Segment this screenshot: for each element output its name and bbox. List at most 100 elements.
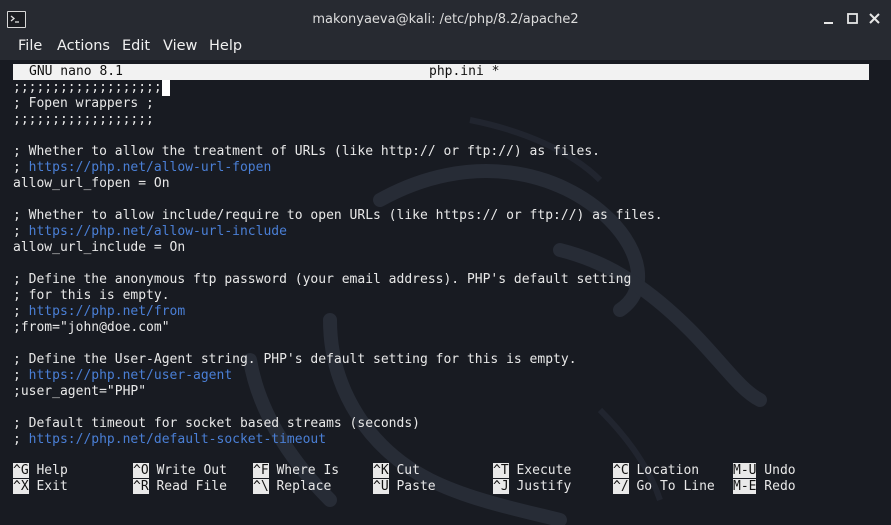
shortcut-label: Location [628,463,700,478]
line-text: ;from="john@doe.com" [13,320,170,335]
menu-help[interactable]: Help [209,38,242,54]
shortcut-key: ^F [253,463,269,478]
line-text: ; Whether to allow include/require to op… [13,208,663,223]
line-text: ; Define the User-Agent string. PHP's de… [13,352,577,367]
menu-file[interactable]: File [18,38,42,54]
line-text: allow_url_fopen = On [13,176,170,191]
editor-line[interactable]: ; https://php.net/from [13,304,663,320]
editor-line[interactable]: allow_url_fopen = On [13,176,663,192]
shortcut-label: Justify [508,479,572,494]
line-text: ; Whether to allow the treatment of URLs… [13,144,600,159]
menu-edit[interactable]: Edit [122,38,150,54]
menu-actions[interactable]: Actions [57,38,110,54]
shortcut-label: Paste [388,479,436,494]
shortcut-item[interactable]: ^C Location [613,463,733,479]
line-text: ;;;;;;;;;;;;;;;;;;; [13,80,162,95]
editor-line[interactable] [13,128,663,144]
shortcut-item[interactable]: ^J Justify [493,479,613,495]
editor-line[interactable]: ;;;;;;;;;;;;;;;;;;; [13,80,663,96]
line-text: ; Define the anonymous ftp password (you… [13,272,632,287]
editor-buffer[interactable]: ;;;;;;;;;;;;;;;;;;;; Fopen wrappers ;;;;… [13,80,663,448]
editor-line[interactable]: ;from="john@doe.com" [13,320,663,336]
shortcut-label: Execute [508,463,572,478]
editor-line[interactable]: ; Whether to allow include/require to op… [13,208,663,224]
terminal-area[interactable]: GNU nano 8.1 php.ini * ;;;;;;;;;;;;;;;;;… [0,60,891,525]
shortcut-label: Write Out [148,463,227,478]
menu-bar: File Actions Edit View Help [0,36,891,60]
line-text: ; [13,368,29,383]
shortcut-key: ^U [373,479,389,494]
editor-line[interactable]: ; https://php.net/allow-url-fopen [13,160,663,176]
editor-line[interactable]: allow_url_include = On [13,240,663,256]
editor-line[interactable]: ; https://php.net/user-agent [13,368,663,384]
editor-line[interactable]: ; Whether to allow the treatment of URLs… [13,144,663,160]
shortcut-key: ^R [133,479,149,494]
line-text: ; [13,304,29,319]
line-text: ; for this is empty. [13,288,170,303]
line-text: ; [13,224,29,239]
shortcut-key: ^C [613,463,629,478]
nano-filename: php.ini * [429,64,500,79]
line-text: allow_url_include = On [13,240,186,255]
title-bar[interactable]: makonyaeva@kali: /etc/php/8.2/apache2 [0,0,891,36]
line-text: ;user_agent="PHP" [13,384,147,399]
shortcut-label: Exit [28,479,68,494]
shortcut-label: Where Is [268,463,340,478]
editor-line[interactable] [13,256,663,272]
shortcut-key: ^\ [253,479,269,494]
editor-line[interactable] [13,400,663,416]
shortcut-key: ^T [493,463,509,478]
editor-line[interactable] [13,192,663,208]
editor-line[interactable]: ; https://php.net/default-socket-timeout [13,432,663,448]
shortcut-key: ^X [13,479,29,494]
editor-line[interactable]: ;user_agent="PHP" [13,384,663,400]
shortcut-label: Go To Line [628,479,715,494]
shortcut-label: Read File [148,479,227,494]
shortcut-item[interactable]: ^/ Go To Line [613,479,733,495]
shortcut-item[interactable]: ^U Paste [373,479,493,495]
editor-line[interactable]: ; Define the anonymous ftp password (you… [13,272,663,288]
shortcut-item[interactable]: M-E Redo [733,479,853,495]
window-title: makonyaeva@kali: /etc/php/8.2/apache2 [312,12,579,27]
nano-version: GNU nano 8.1 [29,64,123,79]
editor-line[interactable]: ;;;;;;;;;;;;;;;;;; [13,112,663,128]
shortcut-key: ^O [133,463,149,478]
shortcut-item[interactable]: ^\ Replace [253,479,373,495]
shortcut-label: Cut [388,463,420,478]
editor-line[interactable] [13,336,663,352]
maximize-icon[interactable] [846,12,860,26]
shortcut-label: Undo [756,463,796,478]
editor-line[interactable]: ; Define the User-Agent string. PHP's de… [13,352,663,368]
doc-link[interactable]: https://php.net/from [29,304,186,319]
shortcut-key: M-E [733,479,757,494]
shortcut-label: Replace [268,479,332,494]
line-text: ; Fopen wrappers ; [13,96,154,111]
close-icon[interactable] [868,12,882,26]
editor-line[interactable]: ; Default timeout for socket based strea… [13,416,663,432]
shortcut-item[interactable]: ^K Cut [373,463,493,479]
editor-line[interactable]: ; for this is empty. [13,288,663,304]
editor-line[interactable]: ; https://php.net/allow-url-include [13,224,663,240]
shortcut-item[interactable]: ^T Execute [493,463,613,479]
shortcut-item[interactable]: ^X Exit [13,479,133,495]
line-text: ; Default timeout for socket based strea… [13,416,420,431]
shortcut-item[interactable]: ^R Read File [133,479,253,495]
shortcut-item[interactable]: ^O Write Out [133,463,253,479]
shortcut-item[interactable]: ^G Help [13,463,133,479]
doc-link[interactable]: https://php.net/user-agent [29,368,233,383]
shortcut-key: ^J [493,479,509,494]
shortcut-key: M-U [733,463,757,478]
shortcut-key: ^G [13,463,29,478]
shortcut-key: ^K [373,463,389,478]
shortcut-item[interactable]: ^F Where Is [253,463,373,479]
shortcut-label: Redo [756,479,796,494]
shortcut-item[interactable]: M-U Undo [733,463,853,479]
doc-link[interactable]: https://php.net/default-socket-timeout [29,432,326,447]
line-text: ; [13,160,29,175]
shortcut-label: Help [28,463,68,478]
doc-link[interactable]: https://php.net/allow-url-fopen [29,160,272,175]
editor-line[interactable]: ; Fopen wrappers ; [13,96,663,112]
minimize-icon[interactable] [822,12,836,26]
menu-view[interactable]: View [163,38,197,54]
doc-link[interactable]: https://php.net/allow-url-include [29,224,287,239]
